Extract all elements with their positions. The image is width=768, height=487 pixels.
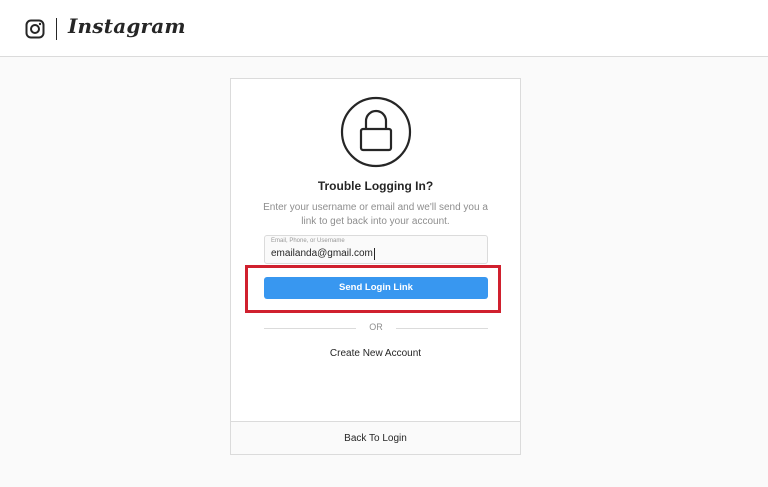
or-text: OR <box>369 322 383 332</box>
highlight-box <box>245 265 501 313</box>
instagram-glyph-icon[interactable] <box>25 19 45 39</box>
create-new-account-link[interactable]: Create New Account <box>231 348 520 359</box>
top-navigation-bar: Instagram <box>0 0 768 57</box>
logo-divider <box>56 18 57 40</box>
page-title: Trouble Logging In? <box>317 179 434 193</box>
instructions-text: Enter your username or email and we'll s… <box>263 202 488 227</box>
back-to-login-link[interactable]: Back To Login <box>231 421 520 454</box>
or-line-right <box>396 328 488 329</box>
or-separator: OR <box>264 322 488 336</box>
lock-icon <box>340 96 412 168</box>
username-field-label: Email, Phone, or Username <box>271 238 345 244</box>
username-field-value[interactable]: emailanda@gmail.com <box>271 248 375 260</box>
username-field[interactable]: Email, Phone, or Username emailanda@gmai… <box>264 235 488 264</box>
instagram-wordmark[interactable]: Instagram <box>68 14 186 38</box>
